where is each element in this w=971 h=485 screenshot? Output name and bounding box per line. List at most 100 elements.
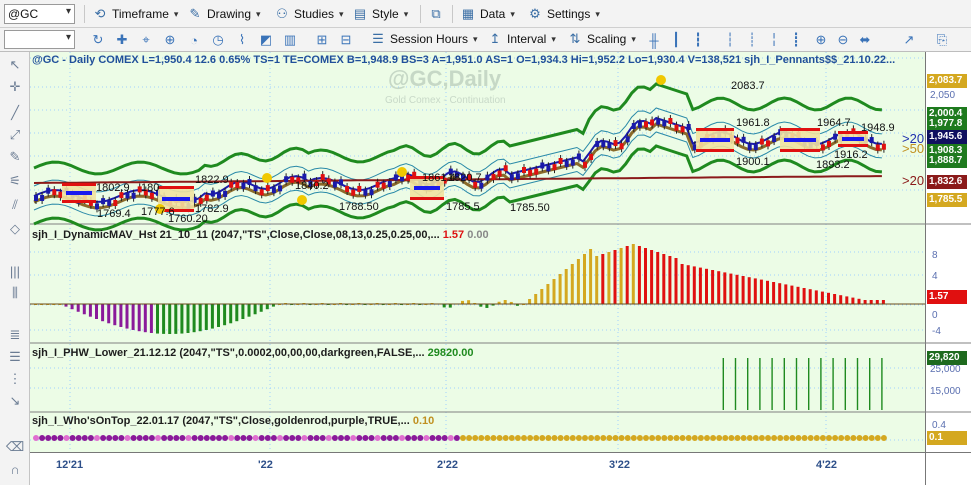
- who-dot: [557, 435, 564, 441]
- who-dot: [606, 435, 613, 441]
- candle-body: [253, 185, 258, 192]
- histogram-bar: [467, 300, 471, 304]
- who-dot: [466, 435, 473, 441]
- histogram-bar: [833, 294, 837, 304]
- who-dot: [533, 435, 540, 441]
- candle-body: [674, 124, 679, 131]
- who-dot: [374, 435, 381, 441]
- who-tag: 0.1: [927, 431, 967, 445]
- who-dot: [789, 435, 796, 441]
- who-dot: [527, 435, 534, 441]
- histogram-bar: [168, 304, 172, 334]
- candle-body: [223, 190, 228, 197]
- pennant-bottom: [62, 200, 96, 203]
- who-dot: [600, 435, 607, 441]
- pennant-top: [696, 128, 734, 131]
- axis-label: 15,000: [930, 386, 961, 397]
- price-tag: 1,785.5: [927, 193, 967, 207]
- histogram-bar: [729, 273, 733, 304]
- who-dot: [582, 435, 588, 441]
- histogram-bar: [857, 298, 861, 304]
- candle-body: [753, 144, 758, 151]
- who-dot: [594, 435, 601, 441]
- who-dot: [832, 435, 839, 441]
- candle-body: [204, 194, 209, 201]
- axis-label: 8: [932, 250, 938, 261]
- price-annotation: 2083.7: [731, 80, 765, 92]
- phw-params: sjh_I_PHW_Lower_21.12.12 (2047,"TS",0.00…: [32, 347, 425, 359]
- who-dot: [746, 435, 753, 441]
- candle-body: [302, 173, 307, 180]
- histogram-bar: [210, 304, 214, 329]
- histogram-bar: [162, 304, 166, 334]
- price-annotation: 1900.1: [736, 156, 770, 168]
- who-dot: [277, 435, 283, 441]
- who-dot: [118, 435, 125, 441]
- candle-body: [284, 176, 289, 183]
- candle-body: [576, 153, 581, 160]
- candle-body: [290, 176, 295, 183]
- histogram-bar: [156, 304, 159, 334]
- candle-body: [369, 189, 374, 196]
- pennant-bottom: [410, 197, 444, 200]
- histogram-bar: [784, 284, 788, 304]
- chart-watermark-sub: Gold Comex - Continuation: [385, 95, 506, 106]
- candle-body: [540, 162, 545, 169]
- time-label: 12'21: [56, 459, 84, 471]
- candle-body: [528, 169, 533, 176]
- who-dot: [240, 435, 247, 441]
- who-dot: [868, 435, 875, 441]
- dmav-value-2: 0.00: [467, 229, 489, 241]
- who-dot: [539, 435, 546, 441]
- histogram-bar: [570, 264, 574, 304]
- who-dot: [216, 435, 222, 441]
- candle-body: [241, 182, 246, 189]
- histogram-bar: [540, 289, 544, 304]
- histogram-bar: [82, 304, 86, 315]
- who-dot: [667, 435, 674, 441]
- histogram-bar: [198, 304, 202, 332]
- pennant-bottom: [780, 149, 820, 152]
- histogram-bar: [772, 282, 776, 304]
- who-dot: [197, 435, 204, 441]
- who-dot: [94, 435, 100, 441]
- axis-label: 4: [932, 271, 938, 282]
- candle-body: [589, 153, 594, 160]
- candle-body: [210, 190, 215, 197]
- who-dot: [39, 435, 46, 441]
- who-dot: [246, 435, 253, 441]
- histogram-bar: [583, 254, 586, 304]
- pennant-mid: [784, 138, 816, 142]
- who-dot: [45, 435, 52, 441]
- histogram-bar: [217, 304, 220, 327]
- candle-body: [345, 186, 350, 193]
- who-dot: [350, 435, 357, 441]
- price-annotation: 1964.7: [817, 117, 851, 129]
- who-dot: [508, 435, 515, 441]
- phw-label: sjh_I_PHW_Lower_21.12.12 (2047,"TS",0.00…: [32, 347, 474, 359]
- histogram-bar: [778, 283, 782, 304]
- candle-body: [656, 118, 661, 125]
- candle-body: [485, 174, 490, 181]
- candle-body: [595, 140, 600, 147]
- ma-marker: >20: [902, 173, 925, 188]
- dmav-label: sjh_I_DynamicMAV_Hst 21_10_11 (2047,"TS"…: [32, 229, 489, 241]
- who-dot: [87, 435, 94, 441]
- axis-label: 25,000: [930, 364, 961, 375]
- price-annotation: 1785.5: [446, 201, 480, 213]
- histogram-bar: [705, 268, 708, 304]
- candle-body: [637, 121, 642, 128]
- who-dot: [697, 435, 704, 441]
- who-dot: [63, 435, 70, 441]
- candle-body: [34, 195, 38, 201]
- candle-body: [552, 164, 557, 171]
- price-tag: 1,888.7: [927, 154, 967, 168]
- phw-value: 29820.00: [427, 347, 474, 359]
- histogram-bar: [863, 300, 867, 304]
- histogram-bar: [534, 294, 538, 304]
- candle-body: [515, 173, 520, 180]
- histogram-bar: [735, 274, 739, 304]
- who-dot: [362, 435, 369, 441]
- who-dot: [655, 435, 662, 441]
- who-dot: [161, 435, 168, 441]
